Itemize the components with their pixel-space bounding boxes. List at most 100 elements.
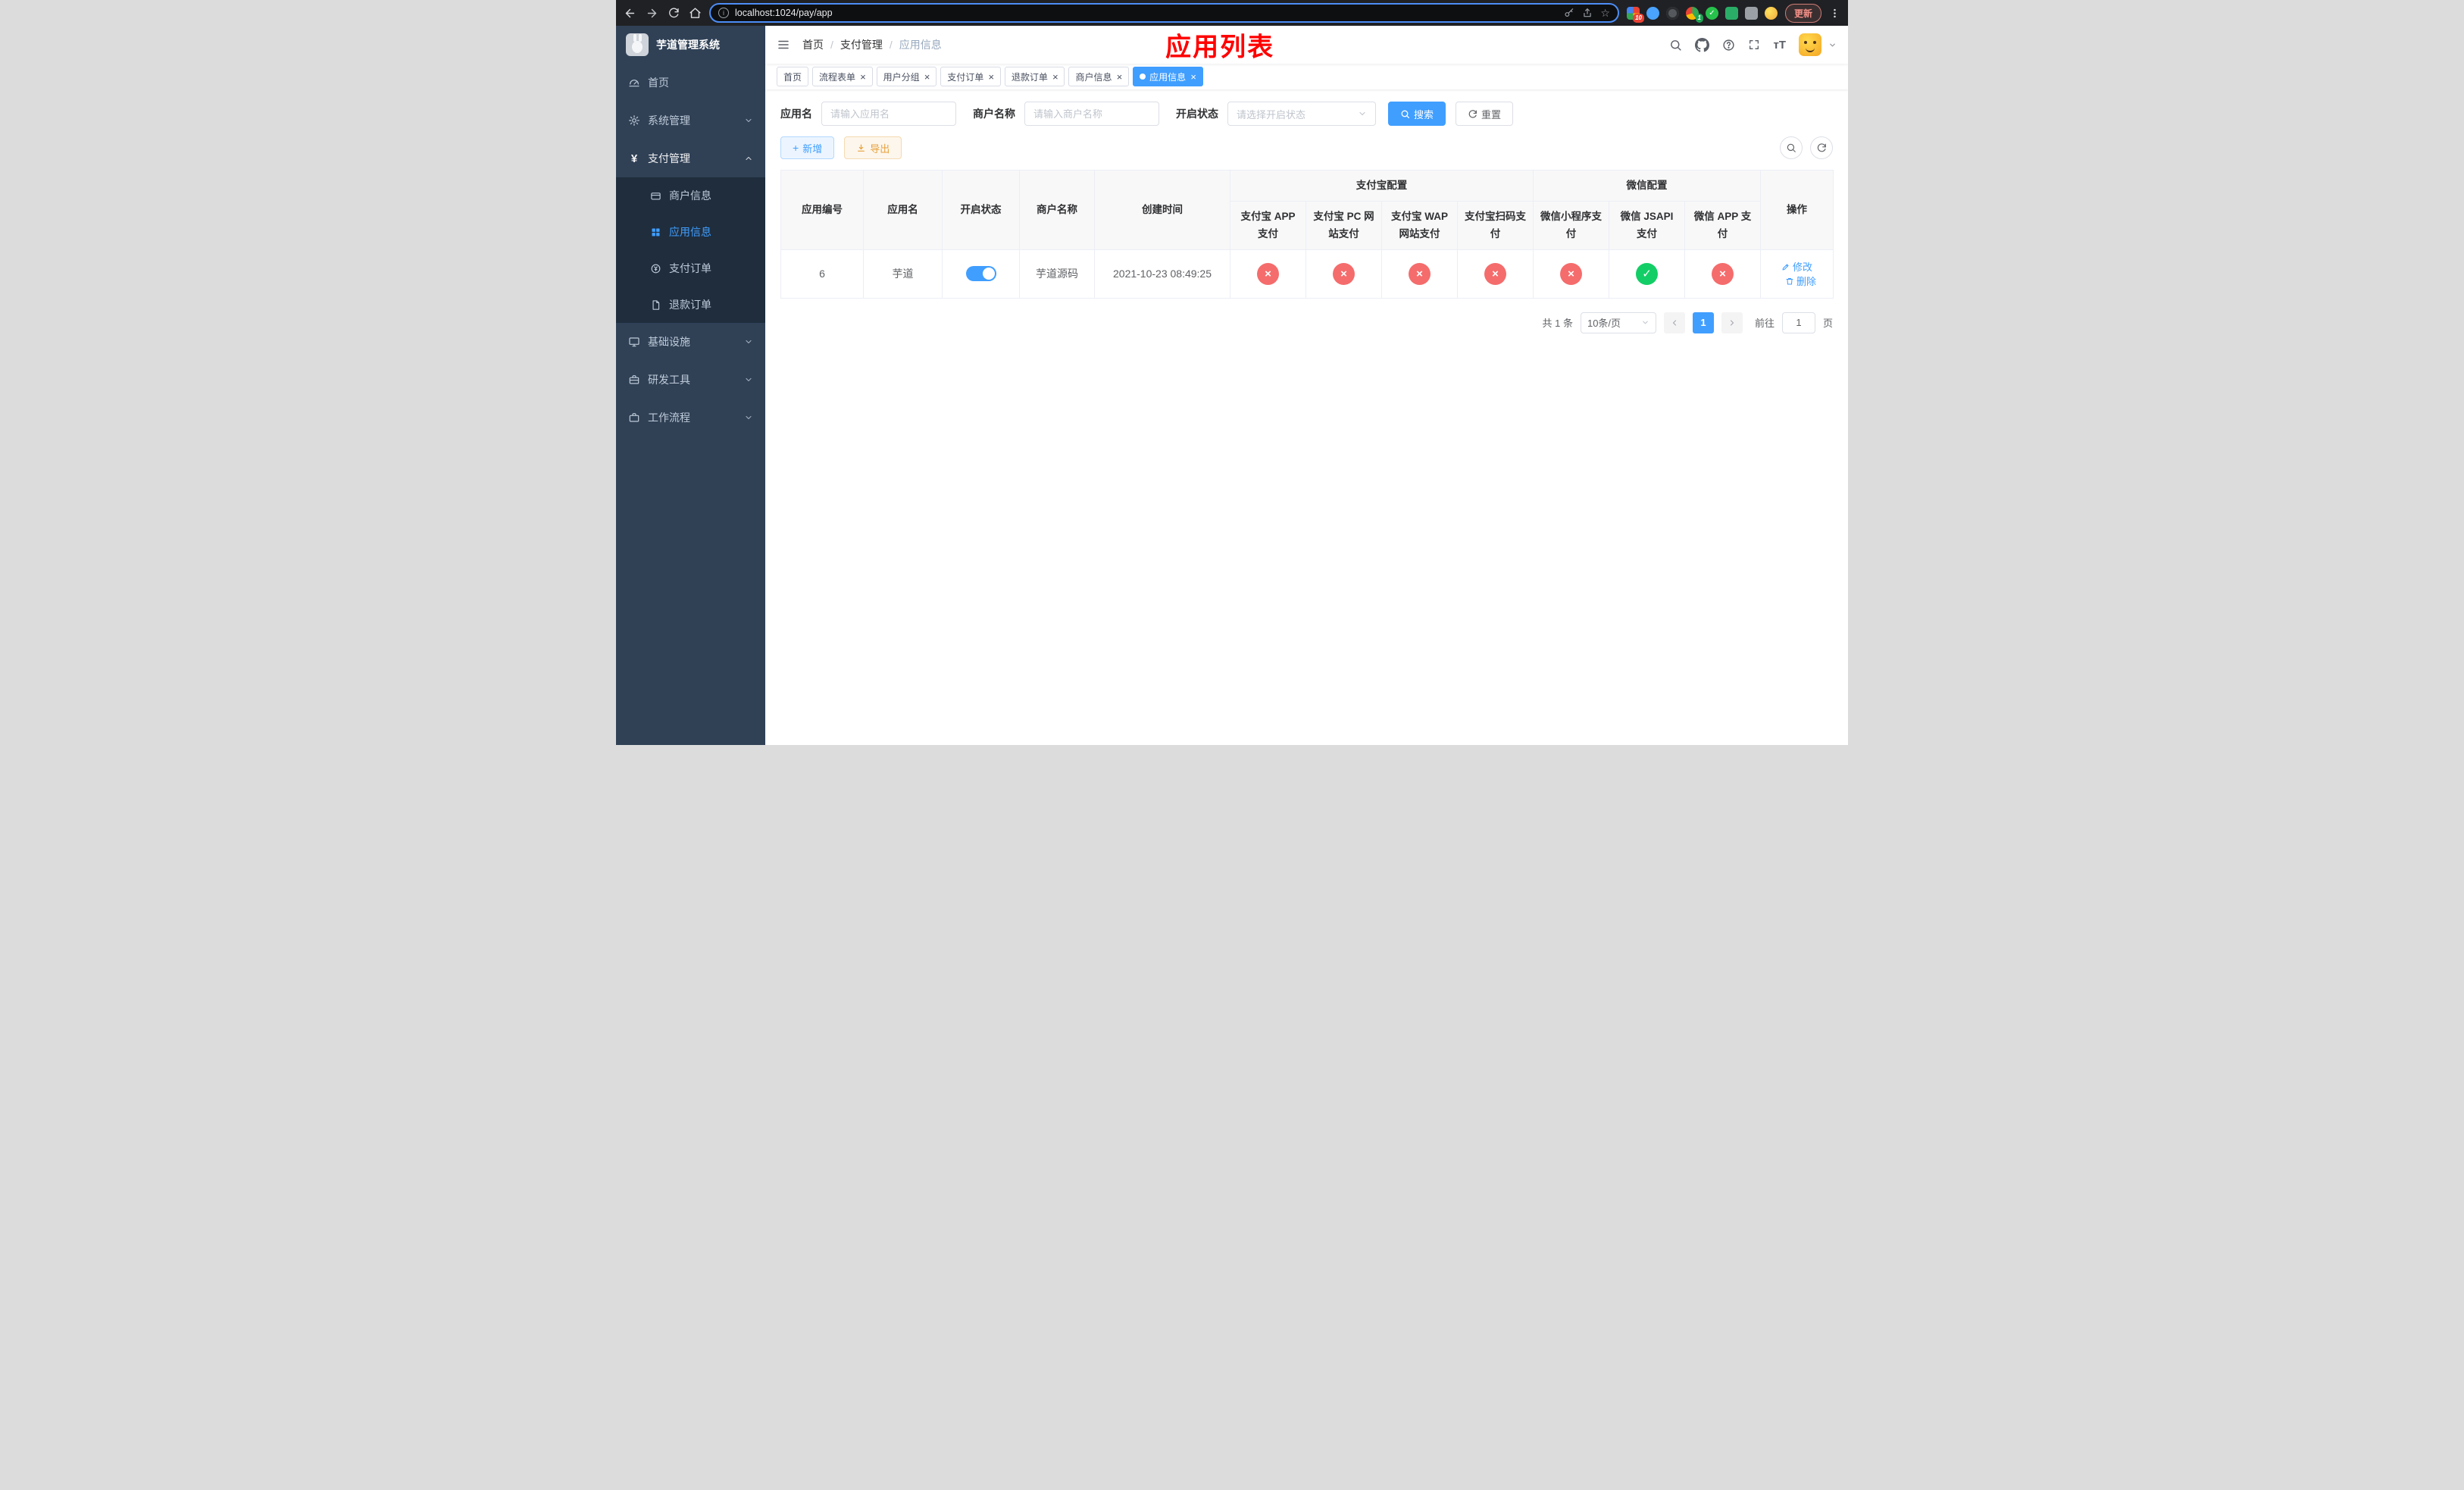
- extension-icon-chat[interactable]: [1724, 6, 1738, 20]
- tab-label: 退款订单: [1011, 71, 1048, 83]
- delete-link-label: 删除: [1796, 276, 1817, 288]
- extensions-puzzle-icon[interactable]: [1744, 6, 1758, 20]
- active-tab-dot: [1140, 74, 1146, 80]
- tab-退款订单[interactable]: 退款订单 ×: [1004, 67, 1065, 86]
- extension-icon-drop[interactable]: [1646, 6, 1659, 20]
- logo[interactable]: 芋道管理系统: [616, 26, 765, 64]
- tab-用户分组[interactable]: 用户分组 ×: [876, 67, 937, 86]
- page-number-button[interactable]: 1: [1692, 311, 1714, 333]
- app-table: 应用编号 应用名 开启状态 商户名称 创建时间 支付宝配置 微信配置 操作 支付…: [780, 169, 1834, 299]
- home-button[interactable]: [689, 7, 702, 20]
- chevron-down-icon: [744, 116, 753, 125]
- tab-label: 应用信息: [1149, 71, 1187, 83]
- url-actions: ☆: [1564, 8, 1610, 18]
- avatar[interactable]: [1799, 33, 1821, 56]
- next-page-button[interactable]: [1721, 311, 1743, 333]
- status-toggle[interactable]: [965, 266, 996, 282]
- extension-icon-dark[interactable]: [1665, 6, 1679, 20]
- sidebar-collapse-icon[interactable]: [777, 38, 790, 52]
- extension-icon-face[interactable]: [1764, 6, 1778, 20]
- reset-button[interactable]: 重置: [1456, 102, 1514, 126]
- breadcrumb-item-home[interactable]: 首页: [802, 37, 824, 52]
- breadcrumb: 首页 / 支付管理 / 应用信息: [802, 37, 942, 52]
- goto-page-input[interactable]: [1781, 311, 1815, 333]
- sidebar-item-label: 支付订单: [669, 262, 711, 274]
- extension-badge: 10: [1633, 13, 1644, 23]
- filter-form: 应用名 商户名称 开启状态 请选择开启状态 搜索 重置: [780, 102, 1833, 126]
- sidebar-item-pay-order[interactable]: 支付订单: [616, 250, 765, 286]
- sidebar-item-home[interactable]: 首页: [616, 64, 765, 102]
- update-button[interactable]: 更新: [1784, 3, 1821, 23]
- table-refresh-button[interactable]: [1810, 136, 1833, 159]
- caret-down-icon[interactable]: [1828, 41, 1837, 49]
- add-button[interactable]: + 新增: [780, 136, 835, 159]
- github-icon[interactable]: [1695, 37, 1710, 52]
- delete-link[interactable]: 删除: [1785, 274, 1816, 288]
- sidebar-item-label: 系统管理: [648, 114, 690, 127]
- share-icon[interactable]: [1582, 8, 1593, 18]
- col-header-merchant: 商户名称: [1019, 170, 1095, 250]
- sidebar-item-payment[interactable]: ¥ 支付管理: [616, 139, 765, 177]
- fullscreen-icon[interactable]: [1748, 39, 1760, 51]
- key-icon[interactable]: [1564, 8, 1574, 18]
- col-header-alipay-pc: 支付宝 PC 网站支付: [1305, 201, 1382, 250]
- bookmark-star-icon[interactable]: ☆: [1600, 8, 1610, 18]
- help-icon[interactable]: [1722, 39, 1735, 52]
- tab-close-icon[interactable]: ×: [988, 72, 994, 82]
- card-icon: [649, 190, 661, 202]
- status-select[interactable]: 请选择开启状态: [1227, 102, 1376, 126]
- edit-link[interactable]: 修改: [1781, 259, 1812, 274]
- reset-icon: [1468, 109, 1477, 119]
- logo-title: 芋道管理系统: [656, 39, 720, 51]
- back-button[interactable]: [624, 7, 636, 20]
- export-button-label: 导出: [870, 142, 890, 155]
- search-icon[interactable]: [1669, 39, 1682, 52]
- app-name-input[interactable]: [821, 102, 956, 126]
- site-info-icon[interactable]: i: [718, 8, 729, 18]
- tab-流程表单[interactable]: 流程表单 ×: [812, 67, 873, 86]
- sidebar-item-workflow[interactable]: 工作流程: [616, 399, 765, 437]
- tab-close-icon[interactable]: ×: [1190, 72, 1196, 82]
- url-text[interactable]: localhost:1024/pay/app: [735, 8, 833, 18]
- sidebar-item-app-info[interactable]: 应用信息: [616, 214, 765, 250]
- sidebar-item-refund-order[interactable]: 退款订单: [616, 286, 765, 323]
- extension-icon-check[interactable]: ✓: [1705, 6, 1718, 20]
- export-button[interactable]: 导出: [844, 136, 902, 159]
- col-header-wechat-mini: 微信小程序支付: [1533, 201, 1609, 250]
- browser-menu-icon[interactable]: [1829, 8, 1840, 19]
- extension-icon-color[interactable]: 1: [1685, 6, 1703, 23]
- tab-应用信息[interactable]: 应用信息 ×: [1133, 67, 1203, 86]
- col-header-alipay-wap: 支付宝 WAP 网站支付: [1381, 201, 1458, 250]
- sidebar-item-devtools[interactable]: 研发工具: [616, 361, 765, 399]
- tab-label: 用户分组: [883, 71, 920, 83]
- tab-商户信息[interactable]: 商户信息 ×: [1068, 67, 1130, 86]
- sidebar-item-merchant-info[interactable]: 商户信息: [616, 177, 765, 214]
- add-button-label: 新增: [802, 142, 823, 155]
- page-size-select[interactable]: 10条/页: [1580, 311, 1656, 333]
- tab-首页[interactable]: 首页: [777, 67, 809, 86]
- reload-button[interactable]: [668, 7, 680, 19]
- sidebar-item-infrastructure[interactable]: 基础设施: [616, 323, 765, 361]
- tab-close-icon[interactable]: ×: [924, 72, 930, 82]
- forward-button[interactable]: [646, 7, 658, 20]
- breadcrumb-item-payment[interactable]: 支付管理: [840, 37, 883, 52]
- tab-支付订单[interactable]: 支付订单 ×: [940, 67, 1001, 86]
- select-caret-icon: [1358, 109, 1367, 118]
- tab-close-icon[interactable]: ×: [860, 72, 866, 82]
- merchant-name-input[interactable]: [1024, 102, 1159, 126]
- prev-page-button[interactable]: [1663, 311, 1685, 333]
- tab-close-icon[interactable]: ×: [1116, 72, 1122, 82]
- tab-close-icon[interactable]: ×: [1052, 72, 1058, 82]
- payment-status-icon: ×: [1409, 262, 1431, 285]
- font-size-icon[interactable]: тT: [1773, 39, 1786, 51]
- chevron-down-icon: [744, 413, 753, 422]
- extension-icon-grid[interactable]: 10: [1626, 6, 1644, 23]
- url-bar[interactable]: i localhost:1024/pay/app ☆: [709, 3, 1619, 23]
- download-icon: [856, 143, 866, 153]
- extension-badge: 1: [1695, 13, 1703, 23]
- sidebar-item-system[interactable]: 系统管理: [616, 102, 765, 139]
- search-button[interactable]: 搜索: [1388, 102, 1446, 126]
- table-search-toggle-button[interactable]: [1780, 136, 1803, 159]
- extensions-area: 10 1 ✓: [1626, 6, 1778, 23]
- content: 应用名 商户名称 开启状态 请选择开启状态 搜索 重置: [765, 89, 1848, 745]
